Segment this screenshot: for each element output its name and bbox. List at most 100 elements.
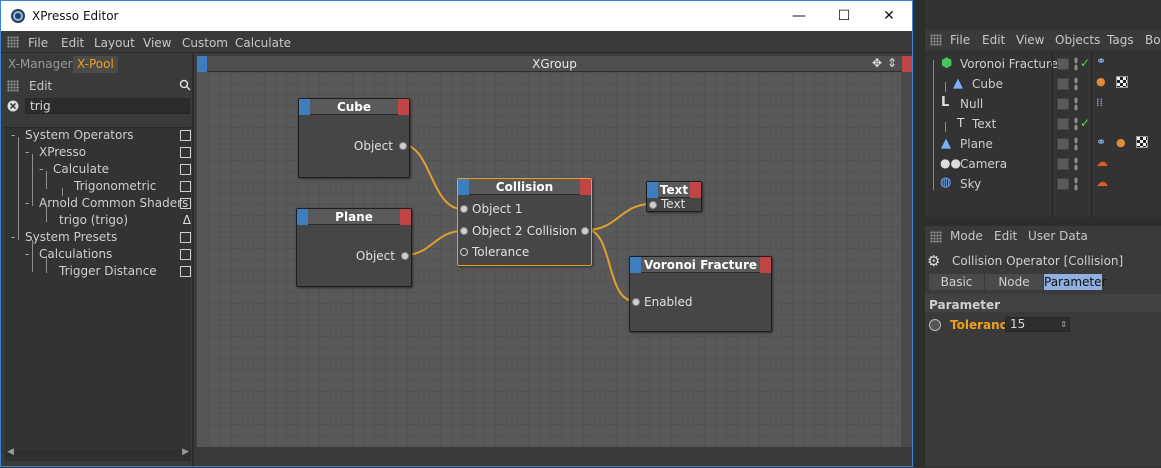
- grip-icon[interactable]: [930, 34, 942, 46]
- visibility-toggle[interactable]: [1057, 58, 1069, 70]
- om-menu-edit[interactable]: Edit: [982, 33, 1005, 47]
- enabled-check-icon[interactable]: ✓: [1080, 116, 1090, 130]
- node-text[interactable]: Text Text: [646, 181, 702, 212]
- visibility-toggle[interactable]: [1057, 178, 1069, 190]
- node-cube[interactable]: Cube Object: [298, 98, 410, 178]
- camera-icon: ●●: [940, 156, 961, 170]
- animation-key-icon[interactable]: [929, 319, 941, 331]
- sky-tag-icon[interactable]: ☁: [1096, 175, 1108, 189]
- input-port[interactable]: [460, 227, 468, 235]
- node-voronoi-fracture[interactable]: Voronoi Fracture Enabled: [629, 256, 772, 332]
- input-port[interactable]: [632, 298, 640, 306]
- xpresso-window: XPresso Editor — ☐ ✕ File Edit Layout Vi…: [0, 0, 913, 467]
- node-close-tab[interactable]: [760, 257, 771, 273]
- render-dots-icon[interactable]: [1074, 97, 1078, 111]
- panel-divider: [925, 217, 1161, 226]
- render-dots-icon[interactable]: [1074, 157, 1078, 171]
- om-menu-file[interactable]: File: [950, 33, 970, 47]
- am-menu-user-data[interactable]: User Data: [1028, 229, 1088, 243]
- node-color-tab: [630, 257, 641, 273]
- node-title: Collision: [458, 179, 591, 195]
- node-collision[interactable]: Collision Object 1 Object 2 Tolerance Co…: [457, 178, 592, 266]
- wire-plane-to-collision: [404, 230, 463, 256]
- tab-basic[interactable]: Basic: [929, 274, 984, 290]
- tag-icon[interactable]: ⁞⁞: [1096, 96, 1103, 109]
- node-color-tab: [299, 99, 310, 115]
- object-row-text[interactable]: T Text: [925, 114, 1161, 134]
- tab-node[interactable]: Node: [985, 274, 1043, 290]
- checker-material-icon[interactable]: [1136, 136, 1148, 148]
- attribute-manager: Mode Edit User Data ⚙ Collision Operator…: [925, 226, 1161, 467]
- visibility-toggle[interactable]: [1057, 138, 1069, 150]
- om-menu-bookmarks[interactable]: Boo: [1145, 33, 1161, 47]
- object-row-voronoi-fracture[interactable]: ⬢ Voronoi Fracture: [925, 54, 1161, 74]
- object-row-null[interactable]: L Null: [925, 94, 1161, 114]
- visibility-toggle[interactable]: [1057, 98, 1069, 110]
- wire-collision-to-voronoi: [586, 229, 635, 302]
- port-label: Object 1: [472, 202, 523, 216]
- plane-icon: ▲: [941, 136, 951, 151]
- input-port[interactable]: [460, 205, 468, 213]
- am-menu-mode[interactable]: Mode: [950, 229, 983, 243]
- cube-icon: ▲: [953, 76, 963, 91]
- port-label: Text: [661, 197, 686, 211]
- gear-icon: ⚙: [927, 252, 941, 270]
- visibility-toggle[interactable]: [1057, 78, 1069, 90]
- grip-icon[interactable]: [930, 231, 942, 243]
- stepper-arrows-icon[interactable]: ⇕: [1060, 318, 1067, 331]
- wire-cube-to-collision: [402, 144, 463, 210]
- render-tag-icon[interactable]: ☁: [1096, 155, 1108, 169]
- node-close-tab[interactable]: [580, 179, 591, 195]
- checker-material-icon[interactable]: [1116, 76, 1128, 88]
- xpresso-tag-icon[interactable]: ⚭: [1096, 54, 1106, 68]
- node-close-tab[interactable]: [690, 182, 701, 198]
- node-close-tab[interactable]: [398, 99, 409, 115]
- null-icon: L: [941, 95, 950, 110]
- port-label: Collision: [526, 224, 577, 238]
- node-title: Voronoi Fracture: [630, 257, 771, 273]
- om-menu-tags[interactable]: Tags: [1107, 33, 1134, 47]
- output-port[interactable]: [581, 227, 589, 235]
- sky-icon: ◍: [940, 175, 952, 190]
- am-menu-edit[interactable]: Edit: [994, 229, 1017, 243]
- input-port[interactable]: [649, 201, 657, 209]
- port-label: Object: [355, 249, 395, 263]
- enabled-check-icon[interactable]: ✓: [1080, 56, 1090, 70]
- port-label: Object 2: [472, 224, 523, 238]
- tolerance-input[interactable]: 15 ⇕: [1005, 317, 1070, 332]
- object-title: Collision Operator [Collision]: [952, 254, 1124, 268]
- object-row-sky[interactable]: ◍ Sky: [925, 174, 1161, 194]
- xpresso-tag-icon[interactable]: ⚭: [1096, 135, 1106, 149]
- material-tag-icon[interactable]: ●: [1116, 136, 1126, 149]
- text-icon: T: [957, 116, 965, 130]
- input-port[interactable]: [460, 248, 468, 256]
- node-title: Cube: [299, 99, 409, 115]
- render-dots-icon[interactable]: [1074, 177, 1078, 191]
- render-dots-icon[interactable]: [1074, 137, 1078, 151]
- render-dots-icon[interactable]: [1074, 117, 1078, 131]
- material-tag-icon[interactable]: ●: [1096, 75, 1106, 88]
- om-menu-objects[interactable]: Objects: [1055, 33, 1100, 47]
- node-color-tab: [647, 182, 658, 198]
- port-label: Enabled: [644, 295, 693, 309]
- section-title: Parameter: [929, 298, 1001, 312]
- panel-separator: [914, 0, 925, 467]
- render-dots-icon[interactable]: [1074, 57, 1078, 71]
- output-port[interactable]: [399, 142, 407, 150]
- voronoi-icon: ⬢: [941, 56, 953, 71]
- object-row-camera[interactable]: ●● Camera: [925, 154, 1161, 174]
- node-title: Plane: [297, 209, 411, 225]
- node-close-tab[interactable]: [400, 209, 411, 225]
- om-menu-view[interactable]: View: [1016, 33, 1044, 47]
- visibility-toggle[interactable]: [1057, 118, 1069, 130]
- render-dots-icon[interactable]: [1074, 77, 1078, 91]
- node-color-tab: [458, 179, 469, 195]
- visibility-toggle[interactable]: [1057, 158, 1069, 170]
- tab-parameter[interactable]: Parameter: [1044, 274, 1106, 290]
- object-manager-menu: File Edit View Objects Tags Boo: [925, 30, 1161, 50]
- column-divider: [1091, 52, 1092, 217]
- column-divider: [1052, 52, 1053, 217]
- output-port[interactable]: [401, 252, 409, 260]
- port-label: Tolerance: [472, 245, 530, 259]
- node-plane[interactable]: Plane Object: [296, 208, 412, 287]
